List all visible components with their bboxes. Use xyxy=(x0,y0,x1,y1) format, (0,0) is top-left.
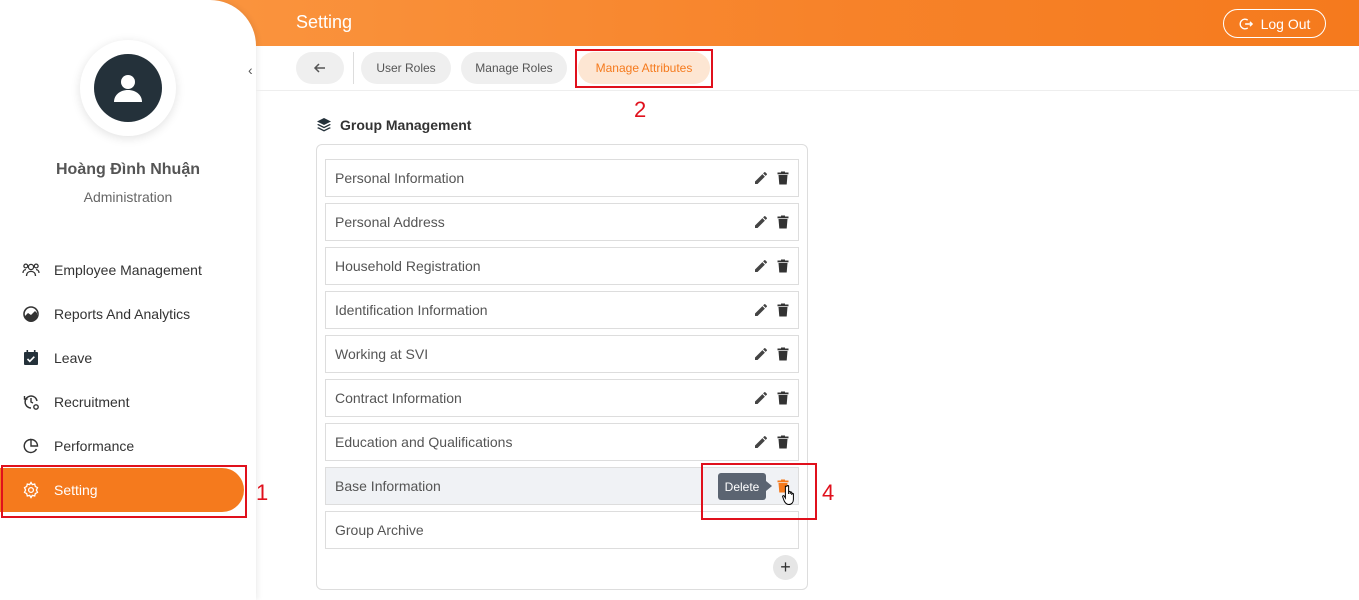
sidebar-item-employee-management[interactable]: Employee Management xyxy=(0,248,244,292)
sidebar-item-reports[interactable]: Reports And Analytics xyxy=(0,292,244,336)
logout-label: Log Out xyxy=(1260,15,1311,32)
sidebar-item-label: Recruitment xyxy=(54,394,130,410)
tab-divider xyxy=(353,52,354,84)
annotation-label-1: 1 xyxy=(256,480,269,505)
recruitment-icon xyxy=(22,393,40,411)
group-name: Base Information xyxy=(335,478,441,494)
collapse-sidebar-icon[interactable]: ‹ xyxy=(248,62,253,78)
group-management-heading: Group Management xyxy=(316,117,471,133)
sidebar-item-label: Reports And Analytics xyxy=(54,306,191,322)
group-name: Household Registration xyxy=(335,258,481,274)
tab-bar: User Roles Manage Roles Manage Attribute… xyxy=(256,46,1359,91)
logout-button[interactable]: Log Out xyxy=(1223,9,1326,38)
group-name: Group Archive xyxy=(335,522,424,538)
user-role: Administration xyxy=(83,189,173,205)
edit-icon[interactable] xyxy=(754,303,768,317)
edit-icon[interactable] xyxy=(754,215,768,229)
sidebar-item-label: Performance xyxy=(54,438,135,454)
arrow-left-icon xyxy=(313,63,325,73)
add-group-button[interactable]: + xyxy=(773,555,798,580)
group-name: Identification Information xyxy=(335,302,488,318)
tab-manage-roles[interactable]: Manage Roles xyxy=(461,52,567,84)
list-item[interactable]: Personal Address xyxy=(325,203,799,241)
sidebar-item-leave[interactable]: Leave xyxy=(0,336,244,380)
group-name: Working at SVI xyxy=(335,346,429,362)
chart-icon xyxy=(22,305,40,323)
annotation-label-4: 4 xyxy=(822,480,835,505)
group-name: Education and Qualifications xyxy=(335,434,513,450)
annotation-box-1 xyxy=(1,465,247,518)
trash-icon[interactable] xyxy=(776,303,790,317)
avatar xyxy=(80,40,176,136)
edit-icon[interactable] xyxy=(754,435,768,449)
trash-icon[interactable] xyxy=(776,259,790,273)
group-management-title: Group Management xyxy=(340,117,472,133)
list-item[interactable]: Contract Information xyxy=(325,379,799,417)
group-name: Personal Address xyxy=(335,214,445,230)
edit-icon[interactable] xyxy=(754,171,768,185)
sidebar-item-label: Leave xyxy=(54,350,93,366)
trash-icon[interactable] xyxy=(776,215,790,229)
user-icon xyxy=(114,75,142,102)
edit-icon[interactable] xyxy=(754,391,768,405)
trash-icon[interactable] xyxy=(776,171,790,185)
edit-icon[interactable] xyxy=(754,259,768,273)
trash-icon[interactable] xyxy=(776,347,790,361)
layers-icon xyxy=(317,118,331,132)
annotation-box-4 xyxy=(701,463,817,520)
user-name: Hoàng Đình Nhuận xyxy=(56,161,200,178)
sidebar-item-performance[interactable]: Performance xyxy=(0,424,244,468)
edit-icon[interactable] xyxy=(754,347,768,361)
group-name: Contract Information xyxy=(335,390,462,406)
trash-icon[interactable] xyxy=(776,435,790,449)
calendar-check-icon xyxy=(22,349,40,367)
list-item[interactable]: Identification Information xyxy=(325,291,799,329)
trash-icon[interactable] xyxy=(776,391,790,405)
sidebar-item-label: Employee Management xyxy=(54,262,202,278)
logout-icon xyxy=(1239,18,1253,29)
sidebar-item-recruitment[interactable]: Recruitment xyxy=(0,380,244,424)
tab-user-roles[interactable]: User Roles xyxy=(361,52,451,84)
list-item[interactable]: Working at SVI xyxy=(325,335,799,373)
list-item[interactable]: Education and Qualifications xyxy=(325,423,799,461)
list-item[interactable]: Household Registration xyxy=(325,247,799,285)
annotation-label-2: 2 xyxy=(634,97,647,122)
performance-icon xyxy=(22,437,40,455)
annotation-box-2 xyxy=(575,49,713,88)
group-name: Personal Information xyxy=(335,170,465,186)
users-icon xyxy=(22,261,40,279)
list-item[interactable]: Personal Information xyxy=(325,159,799,197)
back-button[interactable] xyxy=(296,52,344,84)
page-title: Setting xyxy=(296,12,353,32)
group-list-panel: Personal Information Personal Address Ho… xyxy=(316,144,808,590)
